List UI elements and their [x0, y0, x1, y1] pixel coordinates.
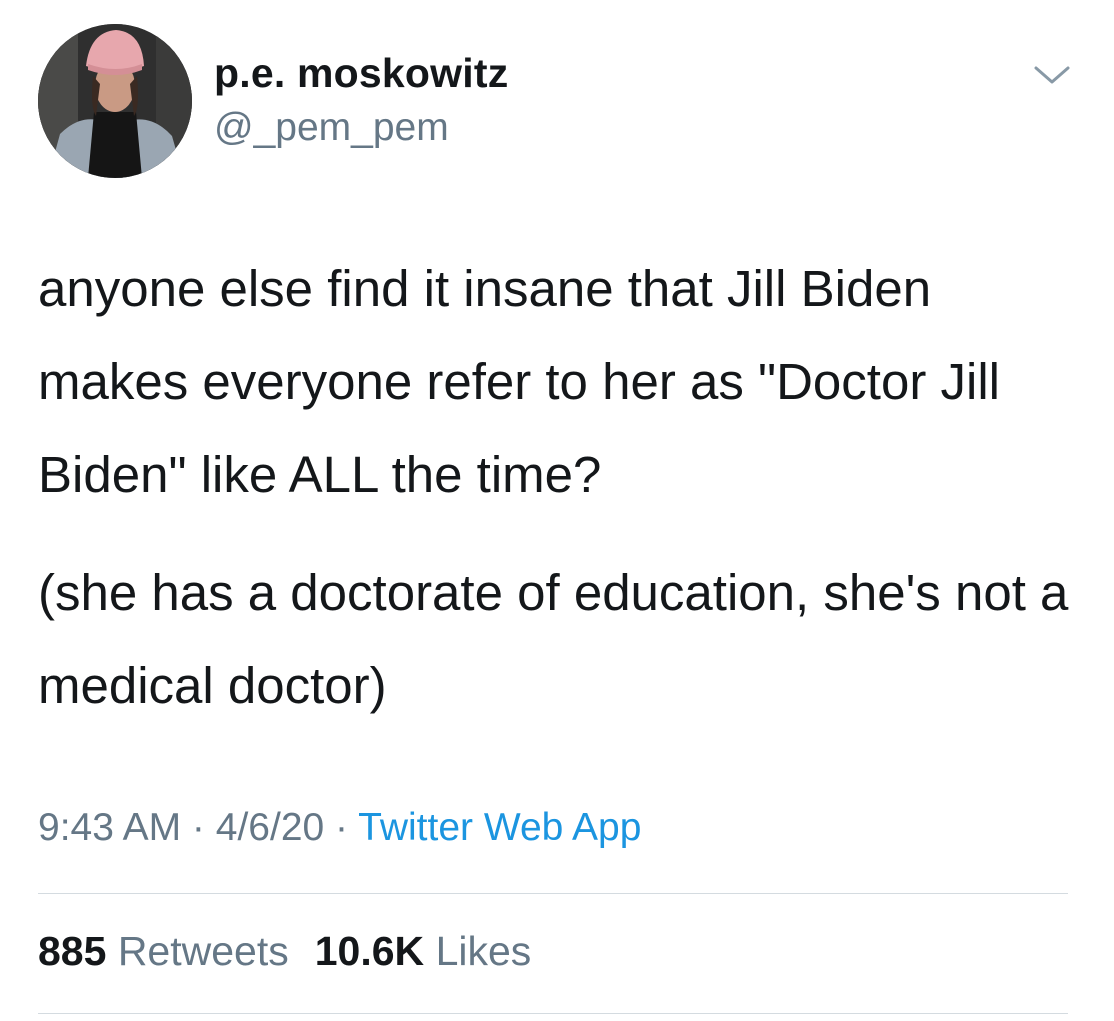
display-name[interactable]: p.e. moskowitz	[214, 50, 508, 97]
likes-stat[interactable]: 10.6K Likes	[315, 928, 532, 974]
tweet-menu-button[interactable]	[1028, 56, 1076, 92]
likes-count: 10.6K	[314, 928, 425, 974]
retweets-count: 885	[38, 928, 107, 974]
meta-separator: ·	[324, 806, 359, 849]
tweet-date[interactable]: 4/6/20	[216, 806, 324, 849]
avatar[interactable]	[38, 24, 192, 178]
tweet-metadata: 9:43 AM · 4/6/20 · Twitter Web App	[38, 806, 641, 850]
tweet-time[interactable]: 9:43 AM	[38, 806, 181, 849]
divider	[38, 893, 1068, 894]
tweet-text-paragraph: (she has a doctorate of education, she's…	[38, 564, 1069, 714]
tweet-text-paragraph: anyone else find it insane that Jill Bid…	[38, 260, 1000, 503]
chevron-down-icon	[1034, 66, 1070, 84]
likes-label: Likes	[435, 928, 532, 974]
profile-photo-icon	[38, 24, 192, 178]
tweet-source-link[interactable]: Twitter Web App	[358, 806, 641, 849]
meta-separator: ·	[181, 806, 216, 849]
retweets-stat[interactable]: 885 Retweets	[38, 928, 289, 974]
tweet-stats: 885 Retweets 10.6K Likes	[38, 928, 531, 975]
retweets-label: Retweets	[117, 928, 289, 974]
divider	[38, 1013, 1068, 1014]
tweet-card: p.e. moskowitz @_pem_pem anyone else fin…	[0, 0, 1114, 1021]
user-handle[interactable]: @_pem_pem	[214, 106, 449, 150]
